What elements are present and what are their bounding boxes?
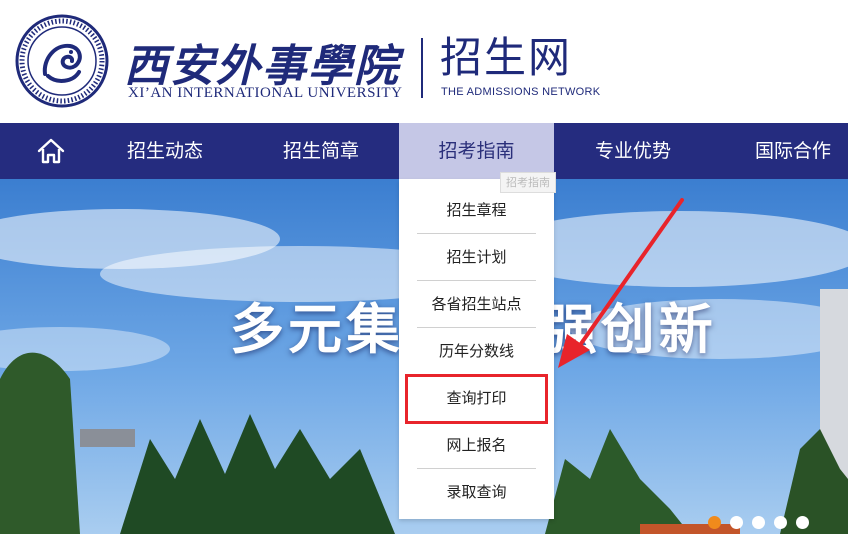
site-header: 西安外事學院 XI’AN INTERNATIONAL UNIVERSITY 招生… bbox=[0, 0, 848, 123]
nav-tooltip: 招考指南 bbox=[500, 172, 556, 193]
main-nav: 招生动态 招生简章 招考指南 专业优势 国际合作 bbox=[0, 123, 848, 179]
dropdown-item-admission-query[interactable]: 录取查询 bbox=[417, 469, 536, 515]
school-name-en: XI’AN INTERNATIONAL UNIVERSITY bbox=[128, 85, 403, 101]
dropdown-item-regulations[interactable]: 招生章程 bbox=[417, 187, 536, 234]
site-subtitle: THE ADMISSIONS NETWORK bbox=[441, 86, 601, 98]
dropdown-item-provincial-sites[interactable]: 各省招生站点 bbox=[417, 281, 536, 328]
nav-item-news[interactable]: 招生动态 bbox=[110, 123, 220, 179]
nav-item-brochure[interactable]: 招生简章 bbox=[266, 123, 376, 179]
home-icon[interactable] bbox=[36, 137, 66, 165]
carousel-dot[interactable] bbox=[708, 516, 721, 529]
header-divider bbox=[421, 38, 423, 98]
dropdown-item-past-scores[interactable]: 历年分数线 bbox=[417, 328, 536, 375]
nav-item-international[interactable]: 国际合作 bbox=[738, 123, 848, 179]
dropdown-item-plan[interactable]: 招生计划 bbox=[417, 234, 536, 281]
dropdown-item-online-apply[interactable]: 网上报名 bbox=[417, 422, 536, 469]
carousel-dot[interactable] bbox=[796, 516, 809, 529]
carousel-dot[interactable] bbox=[730, 516, 743, 529]
site-title: 招生网 bbox=[440, 33, 573, 82]
nav-item-majors[interactable]: 专业优势 bbox=[578, 123, 688, 179]
carousel-dot[interactable] bbox=[774, 516, 787, 529]
exam-guide-dropdown: 招生章程 招生计划 各省招生站点 历年分数线 查询打印 网上报名 录取查询 bbox=[399, 179, 554, 519]
university-seal-icon[interactable] bbox=[15, 14, 109, 108]
carousel-dot[interactable] bbox=[752, 516, 765, 529]
annotation-highlight-box bbox=[405, 374, 548, 424]
carousel-dots bbox=[708, 516, 818, 530]
nav-item-exam-guide[interactable]: 招考指南 bbox=[399, 123, 554, 179]
